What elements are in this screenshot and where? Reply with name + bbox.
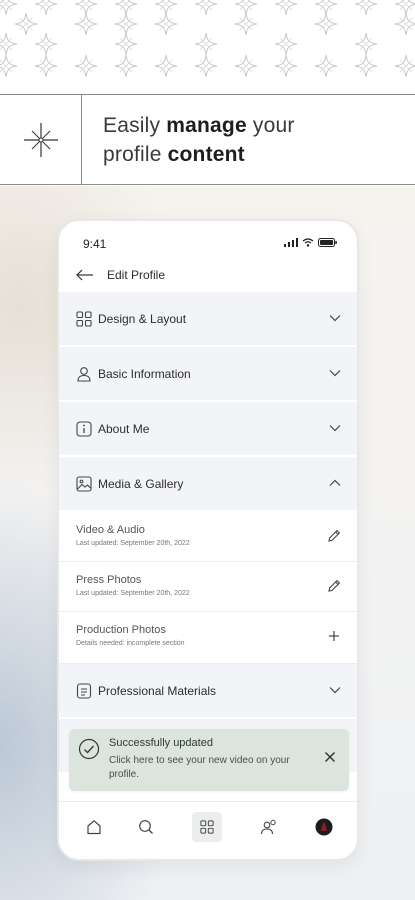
battery-icon	[318, 238, 337, 247]
pencil-icon[interactable]	[327, 529, 341, 543]
section-label: Professional Materials	[98, 684, 217, 698]
section-label: About Me	[98, 422, 150, 436]
media-item-press-photos[interactable]: Press Photos Last updated: September 20t…	[59, 562, 357, 612]
toast-title: Successfully updated	[109, 737, 213, 749]
nav-dashboard[interactable]	[192, 812, 222, 842]
close-icon[interactable]	[324, 751, 336, 763]
decorative-pattern	[0, 0, 415, 95]
chevron-up-icon	[329, 479, 341, 486]
media-item-subtitle: Last updated: September 20th, 2022	[76, 540, 190, 547]
phone-mockup: 9:41 Edit Profile Design & Layout Basic …	[57, 219, 359, 861]
media-item-title: Production Photos	[76, 624, 166, 636]
people-icon	[260, 819, 276, 835]
check-circle-icon	[78, 738, 100, 760]
success-toast[interactable]: Successfully updated Click here to see y…	[69, 729, 349, 791]
nav-search[interactable]	[131, 812, 161, 842]
grid-icon	[76, 311, 92, 327]
section-label: Design & Layout	[98, 312, 187, 326]
back-arrow-icon[interactable]	[75, 267, 95, 283]
section-basic-information[interactable]: Basic Information	[59, 347, 357, 402]
media-item-subtitle: Details needed: incomplete section	[76, 640, 185, 647]
media-item-title: Press Photos	[76, 574, 142, 586]
headline-text: Easily manage your profile content	[103, 114, 295, 166]
section-media-gallery[interactable]: Media & Gallery	[59, 457, 357, 512]
section-about-me[interactable]: About Me	[59, 402, 357, 457]
section-label: Basic Information	[98, 367, 191, 381]
status-time: 9:41	[83, 237, 107, 251]
headline-banner: Easily manage your profile content	[0, 95, 415, 185]
status-bar: 9:41	[59, 221, 357, 265]
bottom-navigation	[59, 801, 357, 859]
section-label: Media & Gallery	[98, 477, 184, 491]
signal-icon	[284, 238, 298, 247]
page-title: Edit Profile	[107, 268, 166, 282]
chevron-down-icon	[329, 425, 341, 432]
media-item-subtitle: Last updated: September 20th, 2022	[76, 590, 190, 597]
person-icon	[77, 367, 91, 382]
section-design-layout[interactable]: Design & Layout	[59, 292, 357, 347]
nav-home[interactable]	[79, 812, 109, 842]
info-icon	[76, 421, 92, 437]
image-icon	[76, 476, 92, 492]
avatar	[315, 818, 333, 836]
top-bar: Edit Profile	[59, 265, 357, 291]
chevron-down-icon	[329, 370, 341, 377]
home-icon	[87, 820, 101, 835]
profile-sections: Design & Layout Basic Information About …	[59, 292, 357, 774]
pencil-icon[interactable]	[327, 579, 341, 593]
toast-message: Click here to see your new video on your…	[109, 755, 290, 780]
media-item-title: Video & Audio	[76, 524, 145, 536]
plus-icon[interactable]	[327, 629, 341, 643]
chevron-down-icon	[329, 315, 341, 322]
sparkle-icon	[0, 95, 82, 184]
media-item-video-audio[interactable]: Video & Audio Last updated: September 20…	[59, 512, 357, 562]
grid-icon	[200, 820, 214, 834]
wifi-icon	[302, 238, 314, 247]
nav-people[interactable]	[254, 812, 284, 842]
nav-profile[interactable]	[309, 812, 339, 842]
search-icon	[139, 820, 153, 834]
document-icon	[76, 683, 92, 699]
media-item-production-photos[interactable]: Production Photos Details needed: incomp…	[59, 612, 357, 664]
chevron-down-icon	[329, 687, 341, 694]
section-professional-materials[interactable]: Professional Materials	[59, 664, 357, 719]
